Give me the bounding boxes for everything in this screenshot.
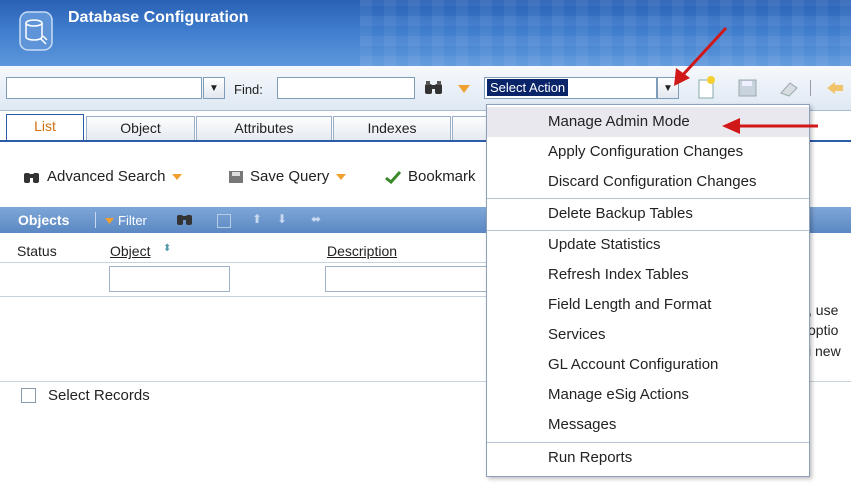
chevron-down-icon[interactable] [171, 173, 183, 181]
binoculars-icon [24, 172, 39, 183]
list-selector[interactable] [6, 77, 202, 99]
toolbar-divider [810, 80, 811, 96]
filter-triangle-icon[interactable] [457, 84, 471, 94]
select-records-checkbox[interactable] [21, 388, 36, 403]
select-action-value: Select Action [487, 79, 569, 96]
side-text-1: , use [808, 302, 839, 318]
menu-item-gl-account-configuration[interactable]: GL Account Configuration [487, 350, 809, 380]
description-filter-input[interactable] [325, 266, 487, 292]
select-action-menu: Manage Admin Mode Apply Configuration Ch… [486, 104, 810, 477]
column-status: Status [17, 243, 57, 259]
arrows-horizontal-icon[interactable]: ⬌ [311, 212, 321, 226]
chevron-down-icon[interactable]: ▼ [203, 77, 225, 99]
save-icon[interactable] [738, 79, 758, 97]
menu-item-apply-configuration-changes[interactable]: Apply Configuration Changes [487, 137, 809, 167]
side-text-2: optio [808, 322, 839, 338]
objects-title: Objects [18, 212, 70, 228]
bar-divider [95, 212, 96, 228]
find-input[interactable] [277, 77, 415, 99]
arrow-up-icon[interactable]: ⬆ [252, 212, 262, 226]
bookmarks-label: Bookmark [408, 168, 476, 185]
menu-item-run-reports[interactable]: Run Reports [487, 443, 809, 473]
bookmarks-button[interactable]: Bookmark [384, 168, 476, 185]
chevron-down-icon[interactable] [335, 173, 347, 181]
menu-item-delete-backup-tables[interactable]: Delete Backup Tables [487, 199, 809, 229]
column-object[interactable]: Object [110, 243, 150, 259]
menu-item-manage-esig-actions[interactable]: Manage eSig Actions [487, 380, 809, 410]
filter-divider [0, 296, 486, 297]
database-icon [19, 11, 53, 51]
clear-icon[interactable] [778, 79, 800, 97]
app-title: Database Configuration [68, 9, 249, 26]
object-filter-input[interactable] [109, 266, 230, 292]
records-divider [0, 381, 486, 382]
download-icon[interactable] [217, 214, 231, 228]
advanced-search-button[interactable]: Advanced Search [23, 168, 183, 185]
header-pattern [360, 0, 851, 66]
header-divider [0, 262, 486, 263]
save-query-label: Save Query [250, 168, 330, 185]
menu-item-field-length-and-format[interactable]: Field Length and Format [487, 290, 809, 320]
select-records-label: Select Records [48, 387, 150, 404]
tab-indexes[interactable]: Indexes [333, 116, 451, 140]
checkmark-icon [385, 170, 402, 184]
column-description[interactable]: Description [327, 243, 397, 259]
arrow-down-icon[interactable]: ⬇ [277, 212, 287, 226]
filter-label: Filter [118, 213, 147, 228]
annotation-arrow-icon [722, 118, 818, 134]
menu-item-discard-configuration-changes[interactable]: Discard Configuration Changes [487, 167, 809, 197]
save-icon [229, 170, 243, 183]
arrow-left-icon[interactable] [826, 81, 844, 95]
menu-item-refresh-index-tables[interactable]: Refresh Index Tables [487, 260, 809, 290]
find-label: Find: [234, 82, 263, 97]
tab-attributes[interactable]: Attributes [196, 116, 332, 140]
advanced-search-label: Advanced Search [47, 168, 166, 185]
tab-list[interactable]: List [6, 114, 84, 140]
annotation-arrow-icon [674, 26, 728, 86]
save-query-button[interactable]: Save Query [228, 168, 347, 185]
filter-triangle-icon [105, 217, 114, 224]
menu-item-update-statistics[interactable]: Update Statistics [487, 230, 809, 260]
tab-object[interactable]: Object [86, 116, 195, 140]
menu-item-services[interactable]: Services [487, 320, 809, 350]
binoculars-icon[interactable] [176, 212, 194, 226]
menu-item-messages[interactable]: Messages [487, 410, 809, 440]
select-action-field[interactable]: Select Action [484, 77, 657, 99]
records-divider-right [808, 381, 851, 382]
sort-icon[interactable]: ⬍ [163, 243, 171, 254]
filter-button[interactable]: Filter [104, 213, 147, 228]
binoculars-icon[interactable] [423, 80, 445, 96]
side-text-3: i new [808, 343, 841, 359]
